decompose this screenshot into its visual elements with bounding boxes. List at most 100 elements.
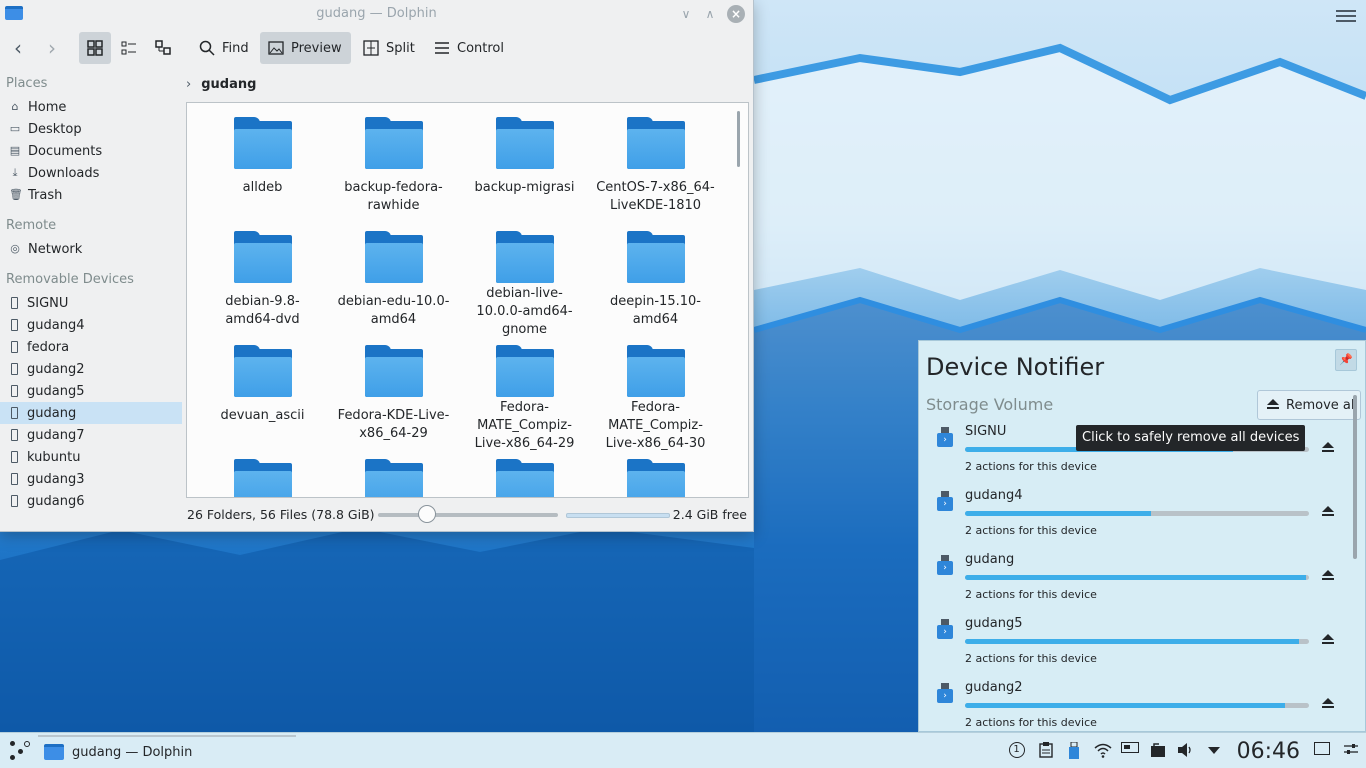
device-actions-label[interactable]: 2 actions for this device xyxy=(965,588,1097,601)
usb-drive-icon xyxy=(11,341,18,353)
folder-item[interactable]: Fedora-MATE_Compiz-Live-x86_64-29 xyxy=(459,345,590,453)
folder-item[interactable]: Fedora-KDE-Live-x86_64-29 xyxy=(328,345,459,453)
eject-icon[interactable] xyxy=(1321,506,1335,518)
sidebar-item-gudang5[interactable]: gudang5 xyxy=(0,380,182,402)
sidebar-item-gudang4[interactable]: gudang4 xyxy=(0,314,182,336)
clock[interactable]: 06:46 xyxy=(1237,739,1300,764)
folder-item-partial[interactable] xyxy=(459,459,590,497)
device-actions-label[interactable]: 2 actions for this device xyxy=(965,716,1097,729)
sidebar-item-label: SIGNU xyxy=(27,295,69,311)
show-desktop-icon[interactable] xyxy=(1314,742,1332,760)
volume-icon[interactable] xyxy=(1177,742,1195,760)
device-actions-label[interactable]: 2 actions for this device xyxy=(965,652,1097,665)
folder-icon xyxy=(495,459,554,497)
desktop-menu-icon[interactable] xyxy=(1336,6,1356,26)
folder-item[interactable]: CentOS-7-x86_64-LiveKDE-1810 xyxy=(590,117,721,225)
battery-icon[interactable] xyxy=(1120,742,1139,760)
window-titlebar[interactable]: gudang — Dolphin ∨ ∧ × xyxy=(0,0,753,28)
maximize-button[interactable]: ∧ xyxy=(701,5,719,23)
eject-icon[interactable] xyxy=(1321,698,1335,710)
device-item-gudang2[interactable]: › gudang2 2 actions for this device xyxy=(919,677,1359,731)
file-view-scrollbar[interactable] xyxy=(737,111,740,167)
application-launcher-icon[interactable] xyxy=(8,739,30,761)
sidebar-item-label: gudang3 xyxy=(27,471,85,487)
minimize-button[interactable]: ∨ xyxy=(677,5,695,23)
device-item-gudang[interactable]: › gudang 2 actions for this device xyxy=(919,549,1359,613)
close-button[interactable]: × xyxy=(727,5,745,23)
wifi-icon[interactable] xyxy=(1093,742,1112,760)
sidebar-item-gudang7[interactable]: gudang7 xyxy=(0,424,182,446)
folder-item-partial[interactable] xyxy=(197,459,328,497)
folder-item[interactable]: backup-migrasi xyxy=(459,117,590,225)
folder-item[interactable]: deepin-15.10-amd64 xyxy=(590,231,721,339)
preview-label: Preview xyxy=(291,40,342,56)
network-icon: ◎ xyxy=(10,242,20,255)
file-view[interactable]: alldeb backup-fedora-rawhide backup-migras… xyxy=(186,102,749,498)
folder-item-partial[interactable] xyxy=(590,459,721,497)
eject-icon[interactable] xyxy=(1321,442,1335,454)
breadcrumb[interactable]: › gudang xyxy=(186,74,256,94)
folder-item[interactable]: Fedora-MATE_Compiz-Live-x86_64-30 xyxy=(590,345,721,453)
device-item-gudang4[interactable]: › gudang4 2 actions for this device xyxy=(919,485,1359,549)
details-view-button[interactable] xyxy=(147,32,179,64)
pin-button[interactable]: 📌 xyxy=(1335,349,1357,371)
find-button[interactable]: Find xyxy=(191,32,257,64)
folder-item-partial[interactable] xyxy=(328,459,459,497)
remove-all-button[interactable]: Remove all xyxy=(1257,390,1361,420)
folder-item[interactable]: devuan_ascii xyxy=(197,345,328,453)
updates-icon[interactable]: 1 xyxy=(1008,742,1027,760)
sidebar-item-gudang[interactable]: gudang xyxy=(0,402,182,424)
clipboard-icon[interactable] xyxy=(1037,742,1055,760)
remove-all-label: Remove all xyxy=(1286,397,1359,413)
icons-view-button[interactable] xyxy=(79,32,111,64)
sidebar-item-home[interactable]: ⌂ Home xyxy=(0,96,182,118)
statusbar: 26 Folders, 56 Files (78.8 GiB) 2.4 GiB … xyxy=(187,504,747,524)
eject-icon[interactable] xyxy=(1321,634,1335,646)
sidebar-item-label: Home xyxy=(28,99,67,115)
device-usage-bar xyxy=(965,575,1309,580)
eject-icon xyxy=(1266,399,1280,411)
vault-icon[interactable] xyxy=(1149,742,1167,760)
taskbar-task-dolphin[interactable]: gudang — Dolphin xyxy=(38,735,296,767)
device-list: › SIGNU 2 actions for this device › gudang4 2… xyxy=(919,421,1359,731)
compact-view-button[interactable] xyxy=(113,32,145,64)
sidebar-item-network[interactable]: ◎ Network xyxy=(0,238,182,260)
forward-button[interactable]: › xyxy=(40,32,64,64)
zoom-slider-handle[interactable] xyxy=(417,505,436,523)
folder-item[interactable]: debian-9.8-amd64-dvd xyxy=(197,231,328,339)
sidebar-item-trash[interactable]: 🗑 Trash xyxy=(0,184,182,206)
sidebar-item-kubuntu[interactable]: kubuntu xyxy=(0,446,182,468)
preview-button[interactable]: Preview xyxy=(260,32,351,64)
eject-icon[interactable] xyxy=(1321,570,1335,582)
sidebar-item-downloads[interactable]: ⤓ Downloads xyxy=(0,162,182,184)
device-actions-label[interactable]: 2 actions for this device xyxy=(965,460,1097,473)
zoom-slider[interactable] xyxy=(378,513,558,517)
sidebar-item-fedora[interactable]: fedora xyxy=(0,336,182,358)
folder-item[interactable]: debian-live-10.0.0-amd64-gnome xyxy=(459,231,590,339)
tray-expand-icon[interactable] xyxy=(1205,742,1223,760)
folder-icon xyxy=(626,231,685,283)
notifier-title: Device Notifier xyxy=(926,353,1105,381)
usb-icon[interactable] xyxy=(1065,741,1083,760)
control-button[interactable]: Control xyxy=(426,32,512,64)
sidebar-item-documents[interactable]: ▤ Documents xyxy=(0,140,182,162)
panel-settings-icon[interactable] xyxy=(1342,742,1360,760)
breadcrumb-current[interactable]: gudang xyxy=(201,77,256,92)
sidebar-item-signu[interactable]: SIGNU xyxy=(0,292,182,314)
device-item-gudang5[interactable]: › gudang5 2 actions for this device xyxy=(919,613,1359,677)
sidebar-item-gudang6[interactable]: gudang6 xyxy=(0,490,182,512)
device-actions-label[interactable]: 2 actions for this device xyxy=(965,524,1097,537)
sidebar-item-gudang2[interactable]: gudang2 xyxy=(0,358,182,380)
folder-item[interactable]: backup-fedora-rawhide xyxy=(328,117,459,225)
sidebar-item-gudang3[interactable]: gudang3 xyxy=(0,468,182,490)
back-button[interactable]: ‹ xyxy=(6,32,30,64)
folder-name: Fedora-MATE_Compiz-Live-x86_64-30 xyxy=(605,400,706,451)
split-button[interactable]: Split xyxy=(355,32,423,64)
dolphin-task-icon xyxy=(44,744,64,760)
folder-item[interactable]: debian-edu-10.0-amd64 xyxy=(328,231,459,339)
sidebar-item-desktop[interactable]: ▭ Desktop xyxy=(0,118,182,140)
hamburger-menu-icon xyxy=(435,42,449,54)
folder-item[interactable]: alldeb xyxy=(197,117,328,225)
sidebar-item-label: Documents xyxy=(28,143,103,159)
home-icon: ⌂ xyxy=(11,100,19,113)
